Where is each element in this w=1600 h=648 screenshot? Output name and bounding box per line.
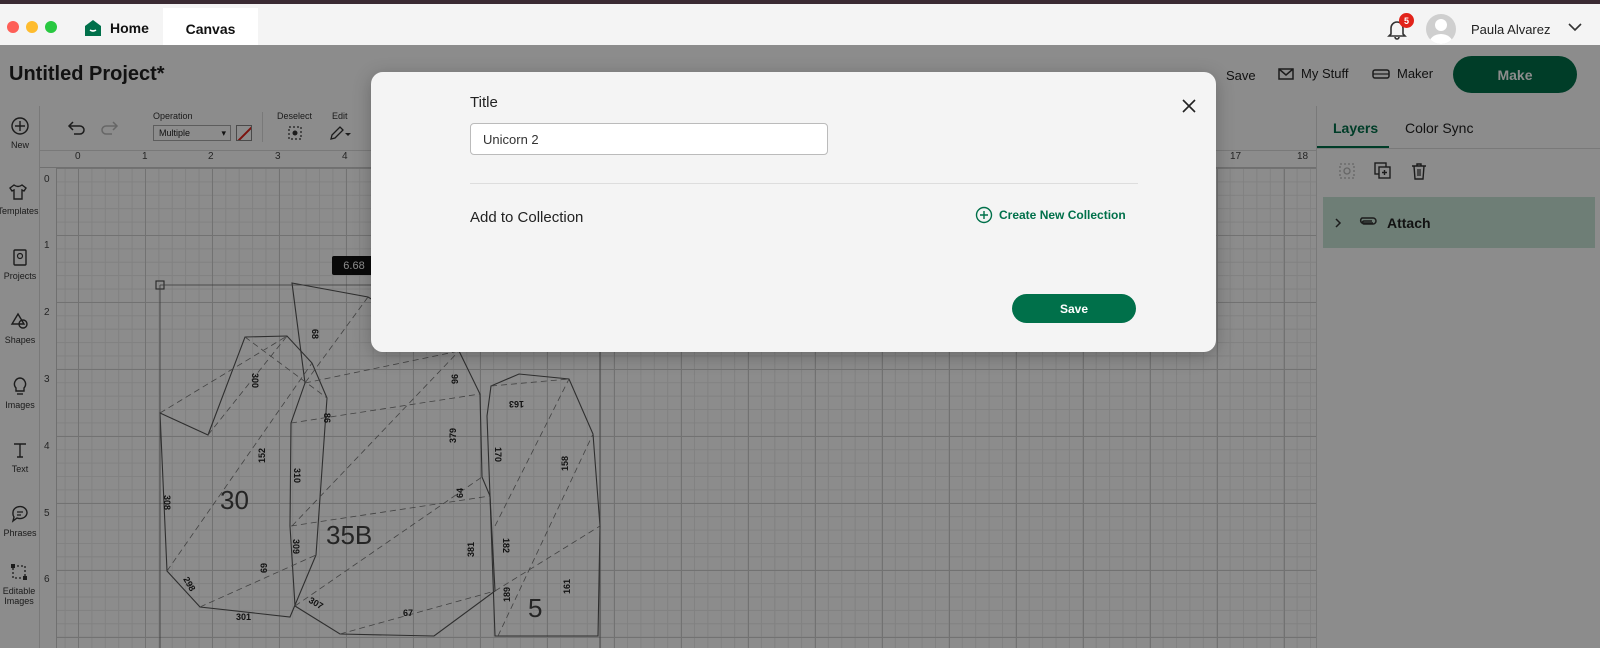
minimize-window-button[interactable] [26,21,38,33]
title-field-label: Title [470,94,498,111]
chevron-down-icon[interactable] [1568,22,1582,32]
maximize-window-button[interactable] [45,21,57,33]
title-input[interactable] [470,123,828,155]
dialog-save-button[interactable]: Save [1012,294,1136,323]
window-top-bar: Home Canvas 5 Paula Alvarez [0,0,1600,49]
close-icon[interactable] [1181,98,1197,114]
tab-home[interactable]: Home [84,14,149,42]
save-project-dialog: Title Add to Collection Create New Colle… [371,72,1216,352]
avatar[interactable] [1426,14,1456,44]
tab-home-label: Home [110,20,149,36]
tab-canvas[interactable]: Canvas [163,8,258,49]
create-new-collection-button[interactable]: Create New Collection [975,206,1126,224]
tab-canvas-label: Canvas [185,20,236,37]
plus-circle-icon [975,206,993,224]
create-new-collection-label: Create New Collection [999,208,1126,222]
user-name[interactable]: Paula Alvarez [1471,22,1551,37]
notification-badge: 5 [1399,13,1414,28]
dialog-divider [470,183,1138,184]
home-icon [85,20,101,36]
close-window-button[interactable] [7,21,19,33]
user-icon [1429,19,1453,44]
add-to-collection-label: Add to Collection [470,209,584,226]
